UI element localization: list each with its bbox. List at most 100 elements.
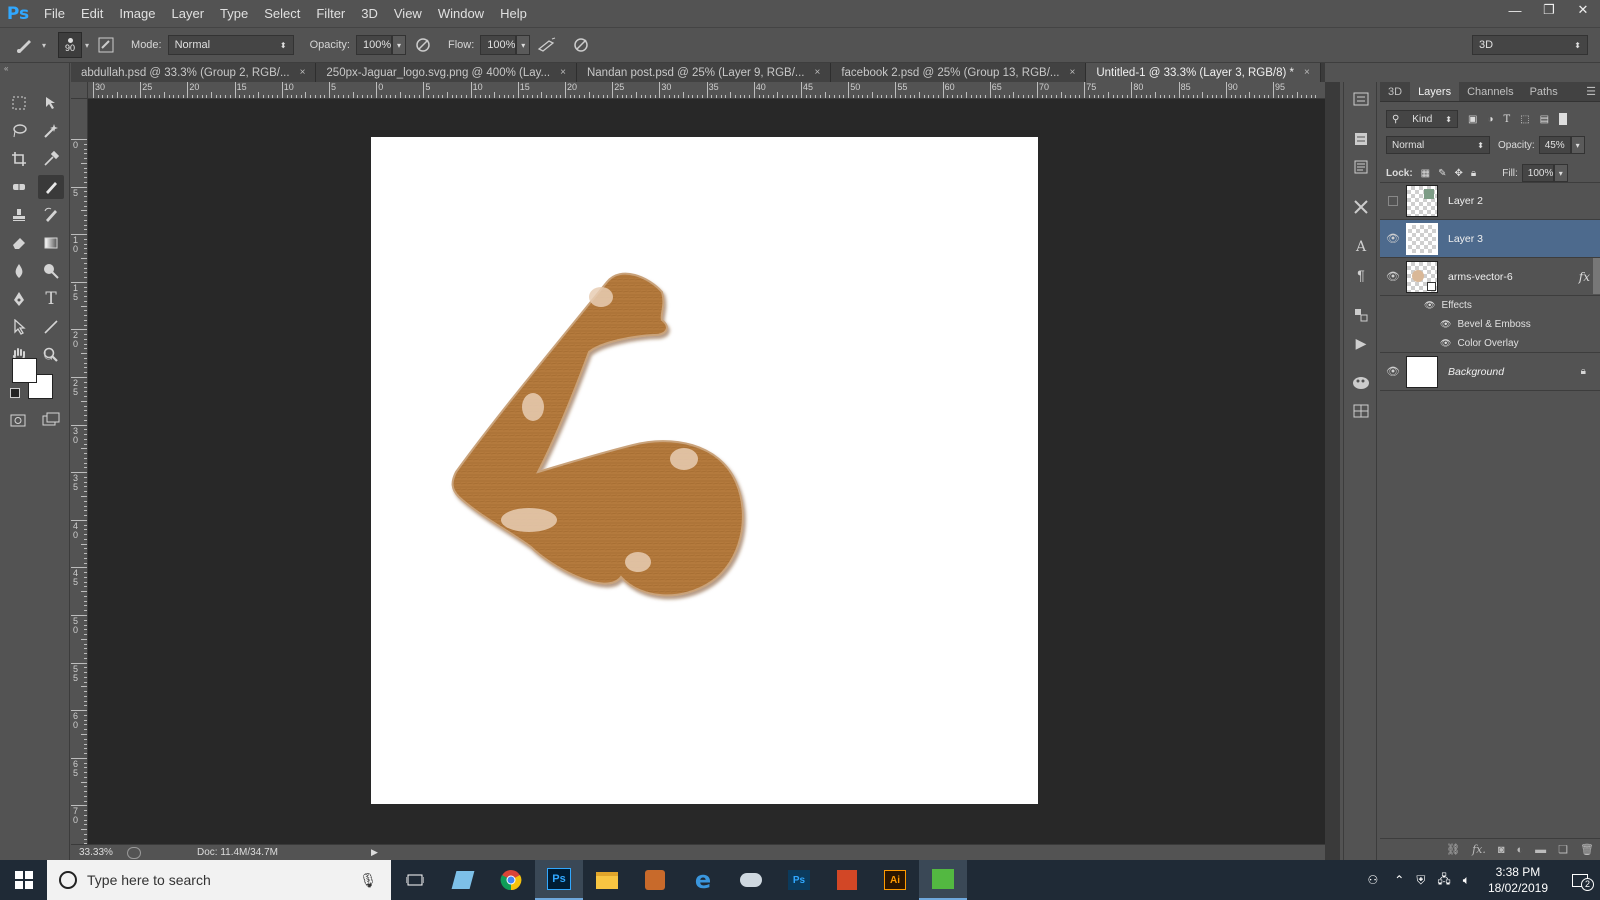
lasso-tool-icon[interactable] — [6, 119, 32, 143]
network-icon[interactable]: 🖧︎ — [1437, 870, 1450, 891]
minimize-button[interactable]: — — [1498, 0, 1532, 20]
marquee-tool-icon[interactable] — [6, 91, 32, 115]
menu-filter[interactable]: Filter — [308, 0, 353, 27]
menu-select[interactable]: Select — [256, 0, 308, 27]
blend-mode-select[interactable]: Normal ⬍ — [1386, 136, 1490, 154]
close-icon[interactable]: × — [814, 67, 820, 78]
app-icon-orange[interactable] — [631, 860, 679, 900]
magic-wand-tool-icon[interactable] — [38, 119, 64, 143]
vertical-ruler[interactable]: 0 5 10 15 20 25 30 35 40 45 50 55 60 65 70 — [71, 99, 88, 844]
new-layer-icon[interactable]: ❏ — [1558, 843, 1568, 856]
paragraph-icon[interactable]: ¶ — [1350, 264, 1372, 286]
ruler-corner[interactable] — [71, 82, 88, 99]
pressure-size-icon[interactable] — [570, 34, 592, 56]
eye-icon[interactable]: 👁︎ — [1380, 365, 1406, 378]
brush-tool-icon[interactable] — [38, 175, 64, 199]
blur-tool-icon[interactable] — [6, 259, 32, 283]
zoom-level[interactable]: 33.33% — [79, 847, 123, 858]
eye-icon[interactable]: 👁︎ — [1380, 232, 1406, 245]
horizontal-ruler[interactable]: 30 25 20 15 10 5 0 5 10 15 20 25 30 35 40 45 50 55 60 65 70 7… — [88, 82, 1325, 99]
close-icon[interactable]: × — [560, 67, 566, 78]
actions-play-icon[interactable]: ▶ — [1350, 332, 1372, 354]
effects-row[interactable]: 👁︎ Effects — [1380, 296, 1600, 315]
show-hidden-icons-chevron-icon[interactable]: ⌃ — [1394, 873, 1404, 887]
filter-type-icon[interactable]: T — [1504, 114, 1511, 125]
layer-row-arms-vector-6[interactable]: 👁︎ arms-vector-6 fx — [1380, 258, 1600, 296]
close-icon[interactable]: × — [300, 67, 306, 78]
crop-tool-icon[interactable] — [6, 147, 32, 171]
brush-size-picker[interactable]: 90 — [58, 32, 83, 58]
workspace-select[interactable]: 3D ⬍ — [1472, 35, 1588, 55]
link-layers-icon[interactable]: ⛓︎ — [1446, 843, 1460, 856]
restore-button[interactable]: ❐ — [1532, 0, 1566, 20]
visibility-toggle-off[interactable] — [1380, 196, 1406, 206]
lock-position-icon[interactable]: ✥ — [1455, 168, 1463, 179]
foreground-color-swatch[interactable] — [12, 358, 37, 383]
fill-input[interactable]: 100% — [1521, 164, 1554, 182]
edge-icon[interactable]: e — [679, 860, 727, 900]
taskbar-search-box[interactable]: Type here to search 🎙︎ — [47, 860, 391, 900]
people-icon[interactable]: ⚇ — [1368, 873, 1379, 887]
security-icon[interactable]: ⛨ — [1416, 873, 1425, 888]
layer-name[interactable]: Layer 3 — [1448, 233, 1483, 245]
clock[interactable]: 3:38 PM 18/02/2019 — [1488, 864, 1548, 896]
mode-select[interactable]: Normal ⬍ — [167, 35, 294, 55]
status-info-icon[interactable] — [127, 846, 141, 859]
photoshop-alt-icon[interactable]: Ps — [775, 860, 823, 900]
layer-row-layer-2[interactable]: Layer 2 — [1380, 182, 1600, 220]
panel-menu-icon[interactable]: ☰ — [1586, 82, 1596, 101]
tab-3d[interactable]: 3D — [1380, 82, 1410, 101]
layer-opacity-input[interactable]: 45% — [1538, 136, 1571, 154]
tab-abdullah[interactable]: abdullah.psd @ 33.3% (Group 2, RGB/... × — [71, 63, 317, 82]
swap-colors-icon[interactable]: ⤿ — [44, 352, 52, 363]
opacity-dropdown-icon[interactable]: ▾ — [391, 35, 406, 55]
flow-dropdown-icon[interactable]: ▾ — [516, 35, 531, 55]
screen-mode-icon[interactable] — [38, 408, 64, 432]
tab-jaguar-logo[interactable]: 250px-Jaguar_logo.svg.png @ 400% (Lay...… — [316, 63, 577, 82]
default-colors-icon[interactable] — [10, 388, 20, 398]
properties-icon[interactable] — [1350, 128, 1372, 150]
volume-icon[interactable]: 🔈︎ — [1463, 873, 1470, 888]
powerpoint-icon[interactable] — [823, 860, 871, 900]
menu-help[interactable]: Help — [492, 0, 535, 27]
effect-color-overlay[interactable]: 👁︎ Color Overlay — [1380, 334, 1600, 353]
fx-icon[interactable]: fx — [1579, 270, 1590, 284]
microphone-icon[interactable]: 🎙︎ — [359, 872, 377, 889]
menu-3d[interactable]: 3D — [353, 0, 386, 27]
layers-scrollbar[interactable] — [1593, 258, 1600, 294]
pressure-opacity-icon[interactable] — [412, 34, 434, 56]
history-icon[interactable] — [1350, 88, 1372, 110]
menu-view[interactable]: View — [386, 0, 430, 27]
move-tool-icon[interactable] — [38, 91, 64, 115]
lock-image-icon[interactable]: ✎ — [1438, 168, 1446, 179]
filter-shape-icon[interactable]: ⬚ — [1520, 114, 1529, 125]
line-tool-icon[interactable] — [38, 315, 64, 339]
dodge-tool-icon[interactable] — [38, 259, 64, 283]
layer-name[interactable]: arms-vector-6 — [1448, 271, 1513, 283]
close-icon[interactable]: × — [1069, 67, 1075, 78]
layer-row-background[interactable]: 👁︎ Background 🔒︎ — [1380, 353, 1600, 391]
brush-panel-toggle-icon[interactable] — [95, 34, 117, 56]
brush-tool-preset-icon[interactable] — [14, 34, 36, 56]
tab-channels[interactable]: Channels — [1459, 82, 1521, 101]
clone-stamp-tool-icon[interactable] — [6, 203, 32, 227]
tab-nandan-post[interactable]: Nandan post.psd @ 25% (Layer 9, RGB/... × — [576, 63, 832, 82]
close-icon[interactable]: × — [1304, 67, 1310, 78]
type-tool-icon[interactable]: T — [38, 287, 64, 311]
layer-name[interactable]: Layer 2 — [1448, 195, 1483, 207]
green-app-icon[interactable] — [919, 860, 967, 900]
airbrush-icon[interactable] — [536, 34, 558, 56]
new-adjustment-icon[interactable]: ◐ — [1517, 844, 1524, 856]
tab-paths[interactable]: Paths — [1522, 82, 1566, 101]
clone-source-icon[interactable] — [1350, 304, 1372, 326]
eyedropper-tool-icon[interactable] — [38, 147, 64, 171]
illustrator-icon[interactable]: Ai — [871, 860, 919, 900]
menu-window[interactable]: Window — [430, 0, 492, 27]
status-menu-arrow-icon[interactable]: ▶ — [371, 847, 378, 858]
eye-icon[interactable]: 👁︎ — [1424, 300, 1435, 311]
healing-brush-tool-icon[interactable] — [6, 175, 32, 199]
vertical-scrollbar[interactable] — [1325, 82, 1340, 860]
gradient-tool-icon[interactable] — [38, 231, 64, 255]
app-icon-blue-cloud[interactable] — [727, 860, 775, 900]
add-style-fx-icon[interactable]: fx. — [1472, 843, 1486, 856]
